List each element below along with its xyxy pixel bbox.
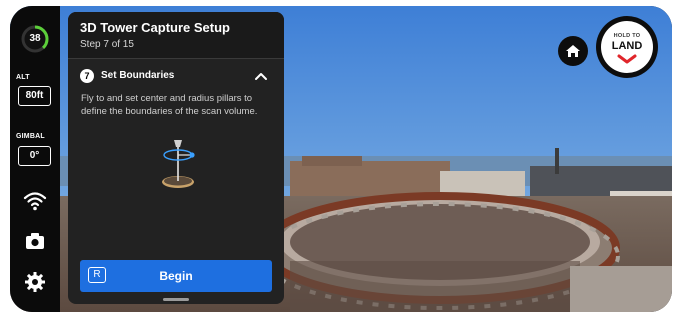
step-row-set-boundaries[interactable]: 7 Set Boundaries xyxy=(68,64,284,88)
step-number-badge: 7 xyxy=(80,69,94,83)
altitude-readout: 80ft xyxy=(18,86,51,106)
chevron-down-icon xyxy=(617,54,637,64)
step-instructions: Fly to and set center and radius pillars… xyxy=(81,93,258,117)
panel-drag-handle[interactable] xyxy=(163,298,189,301)
panel-title: 3D Tower Capture Setup xyxy=(80,20,231,35)
app-frame: 38 ALT 80ft GIMBAL 0° 3D Tower Capture S… xyxy=(10,6,672,312)
wifi-signal-icon[interactable] xyxy=(23,189,47,213)
altitude-label: ALT xyxy=(16,74,30,81)
land-label: LAND xyxy=(611,40,643,52)
step-counter: Step 7 of 15 xyxy=(80,39,134,50)
capture-setup-panel: 3D Tower Capture Setup Step 7 of 15 7 Se… xyxy=(68,12,284,304)
camera-icon[interactable] xyxy=(23,229,47,253)
return-home-button[interactable] xyxy=(558,36,588,66)
gimbal-label: GIMBAL xyxy=(16,133,45,140)
begin-button[interactable]: R Begin xyxy=(80,260,272,292)
land-hint: HOLD TO xyxy=(613,33,641,39)
hold-to-land-button[interactable]: HOLD TO LAND xyxy=(596,16,658,78)
land-button-face: HOLD TO LAND xyxy=(601,21,653,73)
settings-gear-icon[interactable] xyxy=(23,270,47,294)
step-name: Set Boundaries xyxy=(101,70,175,81)
gimbal-readout[interactable]: 0° xyxy=(18,146,51,166)
chevron-up-icon[interactable] xyxy=(254,70,268,82)
battery-value: 38 xyxy=(29,33,41,44)
boundary-pillars-illustration xyxy=(162,140,195,188)
home-icon xyxy=(566,45,580,57)
left-hud: 38 ALT 80ft GIMBAL 0° xyxy=(10,6,60,312)
panel-header: 3D Tower Capture Setup Step 7 of 15 xyxy=(68,12,284,59)
begin-button-label: Begin xyxy=(159,269,193,283)
